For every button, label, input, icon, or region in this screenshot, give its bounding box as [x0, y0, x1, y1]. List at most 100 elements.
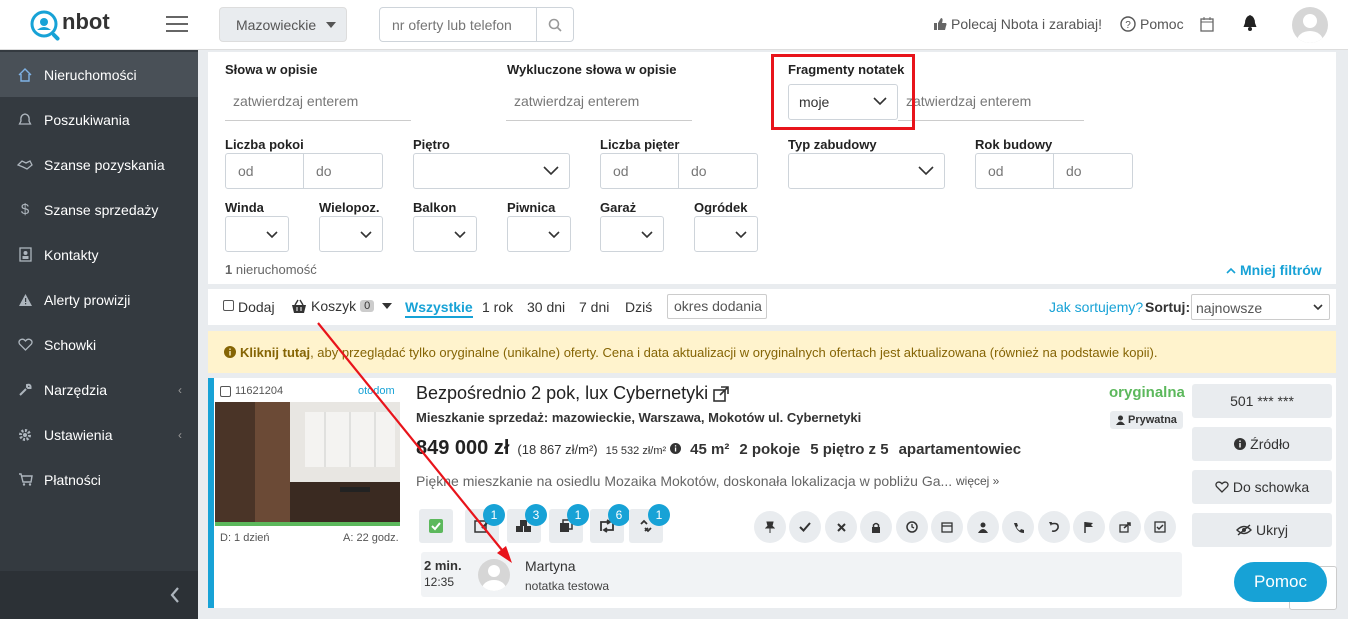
- listing-checkbox[interactable]: [220, 386, 231, 397]
- sidebar-collapse-button[interactable]: [0, 571, 198, 619]
- sidebar-item-label: Ustawienia: [44, 426, 113, 443]
- building-type-select[interactable]: [788, 153, 945, 189]
- basement-select[interactable]: [507, 216, 571, 252]
- logo-icon[interactable]: [28, 8, 64, 44]
- tab-30-days[interactable]: 30 dni: [527, 299, 565, 315]
- search-input[interactable]: [379, 7, 537, 42]
- notes-count-badge: 1: [483, 504, 505, 526]
- description: Piękne mieszkanie na osiedlu Mozaika Mok…: [416, 473, 953, 489]
- bell-icon[interactable]: [1242, 14, 1258, 35]
- sidebar-item-szanse-pozyskania[interactable]: Szanse pozyskania: [0, 142, 198, 187]
- undo-button[interactable]: [1038, 511, 1070, 543]
- save-to-clipboard-button[interactable]: Do schowka: [1192, 470, 1332, 504]
- checklist-button[interactable]: [1144, 511, 1176, 543]
- floor: 5 piętro z 5: [810, 441, 889, 458]
- undo-icon: [1049, 522, 1059, 532]
- unlink-count-badge: 1: [648, 504, 670, 526]
- rooms: 2 pokoje: [739, 441, 801, 458]
- phone-reveal-button[interactable]: 501 *** ***: [1192, 384, 1332, 418]
- year-from-input[interactable]: od: [975, 153, 1054, 189]
- chevron-down-icon: [918, 166, 934, 176]
- help-link[interactable]: ? Pomoc: [1120, 16, 1184, 32]
- floor-select[interactable]: [413, 153, 570, 189]
- sidebar-item-schowki[interactable]: Schowki: [0, 322, 198, 367]
- flag-button[interactable]: [1073, 511, 1105, 543]
- less-filters-link[interactable]: Mniej filtrów: [1226, 262, 1322, 278]
- alert-link[interactable]: Kliknij tutaj: [240, 345, 310, 360]
- floors-to-input[interactable]: do: [678, 153, 758, 189]
- chevron-down-icon: [266, 231, 278, 239]
- tab-all[interactable]: Wszystkie: [405, 299, 473, 318]
- sidebar-item-poszukiwania[interactable]: Poszukiwania: [0, 97, 198, 142]
- region-select[interactable]: Mazowieckie: [219, 7, 347, 42]
- tab-today[interactable]: Dziś: [625, 299, 652, 315]
- sort-select[interactable]: najnowsze: [1191, 294, 1330, 320]
- tab-7-days[interactable]: 7 dni: [579, 299, 609, 315]
- tab-year[interactable]: 1 rok: [482, 299, 513, 315]
- how-sort-link[interactable]: Jak sortujemy?: [1049, 299, 1143, 315]
- sidebar-item-label: Szanse pozyskania: [44, 156, 165, 173]
- chevron-down-icon: [326, 22, 336, 28]
- recommend-link[interactable]: Polecaj Nbota i zarabiaj!: [933, 16, 1102, 32]
- floors-from-input[interactable]: od: [600, 153, 679, 189]
- call-button[interactable]: [1002, 511, 1034, 543]
- rooms-to-input[interactable]: do: [303, 153, 383, 189]
- caret-down-icon: [382, 303, 393, 309]
- help-chat-button[interactable]: Pomoc: [1234, 562, 1327, 602]
- contact-button[interactable]: [967, 511, 999, 543]
- chevron-up-icon: [1226, 267, 1236, 274]
- search-button[interactable]: [536, 7, 574, 42]
- reject-button[interactable]: [825, 511, 857, 543]
- results-toolbar: Dodaj Koszyk 0 Wszystkie 1 rok 30 dni 7 …: [208, 289, 1336, 325]
- floors-label: Liczba pięter: [600, 137, 680, 152]
- chevron-left-icon: [170, 587, 179, 603]
- mark-done-button[interactable]: [419, 509, 453, 543]
- clock-button[interactable]: [896, 511, 928, 543]
- sidebar-item-platnosci[interactable]: Płatności: [0, 457, 198, 502]
- garden-select[interactable]: [694, 216, 758, 252]
- garage-select[interactable]: [600, 216, 664, 252]
- approve-button[interactable]: [789, 511, 821, 543]
- listing-title-link[interactable]: Bezpośrednio 2 pok, lux Cybernetyki: [416, 383, 729, 404]
- info-circle-icon[interactable]: [670, 443, 682, 454]
- rooms-from-input[interactable]: od: [225, 153, 304, 189]
- excluded-input[interactable]: zatwierdzaj enterem: [506, 81, 692, 121]
- more-link[interactable]: więcej »: [956, 474, 999, 488]
- chevron-down-icon: [360, 231, 372, 239]
- hide-button[interactable]: Ukryj: [1192, 513, 1332, 547]
- source-button[interactable]: Źródło: [1192, 427, 1332, 461]
- notes-input[interactable]: zatwierdzaj enterem: [898, 81, 1084, 121]
- sidebar-item-ustawienia[interactable]: Ustawienia ‹: [0, 412, 198, 457]
- words-input[interactable]: zatwierdzaj enterem: [225, 81, 411, 121]
- calendar-icon[interactable]: [1200, 16, 1214, 35]
- save-button-label: Do schowka: [1232, 479, 1310, 495]
- logo-text[interactable]: nbot: [62, 9, 110, 35]
- listing-id: 11621204: [235, 385, 284, 397]
- sidebar-item-szanse-sprzedazy[interactable]: $ Szanse sprzedaży: [0, 187, 198, 232]
- period-input[interactable]: okres dodania: [667, 294, 767, 319]
- share-button[interactable]: [1109, 511, 1141, 543]
- calendar-button[interactable]: [931, 511, 963, 543]
- add-label[interactable]: Dodaj: [238, 299, 275, 315]
- select-all-checkbox[interactable]: [223, 300, 234, 311]
- basket-button[interactable]: Koszyk 0: [291, 298, 393, 314]
- rooms-label: Liczba pokoi: [225, 137, 304, 152]
- lock-button[interactable]: [860, 511, 892, 543]
- sidebar-item-alerty-prowizji[interactable]: Alerty prowizji: [0, 277, 198, 322]
- multilevel-select[interactable]: [319, 216, 383, 252]
- sidebar-item-narzedzia[interactable]: Narzędzia ‹: [0, 367, 198, 412]
- listing-photo[interactable]: [215, 402, 400, 526]
- hamburger-icon[interactable]: [166, 16, 188, 34]
- year-label: Rok budowy: [975, 137, 1053, 152]
- basement-label: Piwnica: [507, 200, 556, 215]
- listing-source[interactable]: otodom: [358, 385, 395, 397]
- pin-button[interactable]: [754, 511, 786, 543]
- avatar[interactable]: [1292, 7, 1328, 43]
- sidebar-item-kontakty[interactable]: Kontakty: [0, 232, 198, 277]
- year-to-input[interactable]: do: [1053, 153, 1133, 189]
- sidebar-item-nieruchomosci[interactable]: Nieruchomości: [0, 52, 198, 97]
- clock-icon: [906, 521, 918, 533]
- heart-icon: [16, 336, 34, 354]
- elevator-select[interactable]: [225, 216, 289, 252]
- balcony-select[interactable]: [413, 216, 477, 252]
